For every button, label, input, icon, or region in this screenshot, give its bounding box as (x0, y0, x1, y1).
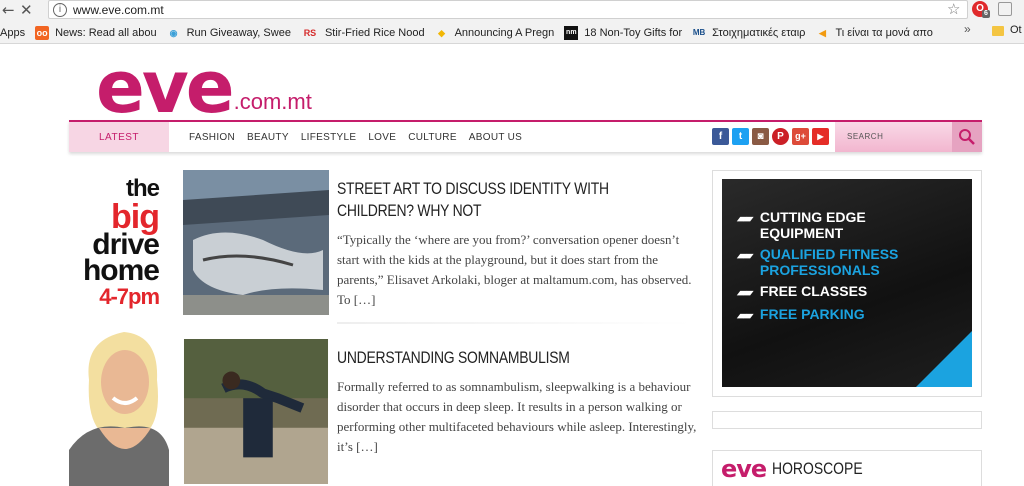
nav-beauty[interactable]: BEAUTY (247, 132, 289, 143)
bookmark-gifts[interactable]: nm 18 Non-Toy Gifts for (564, 26, 682, 40)
chevron-icon: ▰▰ (737, 310, 752, 322)
instagram-icon[interactable]: ◙ (752, 128, 769, 145)
article-thumbnail[interactable] (183, 170, 329, 315)
bookmark-label: Apps (0, 27, 26, 39)
bookmark-label: Announcing A Pregn (454, 27, 555, 39)
bookmarks-more-icon[interactable]: » (964, 22, 971, 36)
info-icon[interactable]: i (53, 2, 67, 17)
search-box[interactable]: SEARCH (835, 122, 982, 152)
chevron-icon: ▰▰ (737, 213, 752, 225)
bookmark-rice[interactable]: RS Stir-Fried Rice Nood (301, 26, 425, 40)
gym-ad-line: ▰▰ QUALIFIED FITNESS PROFESSIONALS (737, 246, 960, 278)
bookmarks-bar: Apps oo News: Read all abou ◉ Run Giveaw… (0, 22, 1024, 44)
bookmark-news[interactable]: oo News: Read all abou (35, 26, 157, 40)
search-input[interactable]: SEARCH (847, 132, 883, 141)
pinterest-icon[interactable]: P (772, 128, 789, 145)
bookmark-odds[interactable]: ◀ Τι είναι τα μονά απο (815, 26, 933, 40)
googleplus-icon[interactable]: g+ (792, 128, 809, 145)
back-icon[interactable]: ← (2, 1, 15, 19)
extension-icon[interactable] (998, 2, 1012, 16)
close-icon[interactable]: ✕ (20, 1, 33, 19)
facebook-icon[interactable]: f (712, 128, 729, 145)
chevron-icon: ▰▰ (737, 250, 752, 262)
bookmark-label: 18 Non-Toy Gifts for (584, 27, 683, 39)
bookmark-label: Στοιχηματικές εταιρ (712, 27, 806, 39)
horoscope-logo: eve (721, 454, 767, 483)
gym-ad-text: FREE CLASSES (759, 283, 868, 299)
nav-fashion[interactable]: FASHION (189, 132, 235, 143)
address-bar[interactable]: i www.eve.com.mt (48, 0, 968, 19)
bookmark-label: Run Giveaway, Swee (186, 27, 291, 39)
divider (337, 322, 693, 324)
nav-about-us[interactable]: ABOUT US (469, 132, 522, 143)
radio-show-ad: the big drive home 4-7pm (82, 176, 160, 310)
gym-ad-text: CUTTING EDGE EQUIPMENT (759, 209, 866, 241)
gym-ad-text: QUALIFIED FITNESS PROFESSIONALS (759, 246, 899, 278)
widget-box (712, 411, 982, 429)
other-bookmarks[interactable]: Ot (1010, 24, 1022, 36)
main-nav: LATEST FASHION BEAUTY LIFESTYLE LOVE CUL… (69, 120, 982, 152)
nav-lifestyle[interactable]: LIFESTYLE (301, 132, 357, 143)
article-card[interactable]: UNDERSTANDING SOMNAMBULISM Formally refe… (183, 339, 696, 486)
social-icons: f t ◙ P g+ ▶ (712, 128, 832, 145)
folder-icon[interactable] (992, 26, 1004, 36)
logo-domain: .com.mt (233, 89, 312, 114)
extension-badge: 6 (982, 10, 990, 18)
logo-main: eve (96, 45, 235, 129)
bookmark-label: Stir-Fried Rice Nood (324, 27, 425, 39)
chevron-icon: ▰▰ (737, 287, 752, 299)
gym-ad-line: ▰▰ CUTTING EDGE EQUIPMENT (737, 209, 910, 241)
gym-ad-box: ▰▰ CUTTING EDGE EQUIPMENT ▰▰ QUALIFIED F… (712, 170, 982, 397)
presenter-photo (69, 320, 169, 486)
arrow-bm-icon: ◀ (818, 28, 826, 38)
bookmark-apps[interactable]: Apps (0, 27, 25, 39)
gym-ad-line: ▰▰ FREE CLASSES (737, 283, 867, 301)
article-excerpt: Formally referred to as somnambulism, sl… (337, 379, 697, 454)
youtube-icon[interactable]: ▶ (812, 128, 829, 145)
sidebar-ad[interactable]: the big drive home 4-7pm (69, 170, 169, 486)
giveaway-icon: ◉ (169, 28, 178, 38)
url-text[interactable]: www.eve.com.mt (73, 3, 164, 17)
nav-latest[interactable]: LATEST (69, 122, 169, 152)
article-title[interactable]: STREET ART TO DISCUSS IDENTITY WITH CHIL… (337, 178, 681, 222)
ad-time: 4-7pm (99, 284, 160, 309)
search-icon (959, 129, 975, 145)
horoscope-title: HOROSCOPE (772, 458, 863, 478)
opera-extension-icon[interactable]: O6 (972, 1, 990, 18)
gym-ad-text: FREE PARKING (759, 306, 865, 322)
nm-icon: nm (564, 26, 579, 40)
horoscope-widget[interactable]: eve HOROSCOPE (712, 450, 982, 486)
nav-culture[interactable]: CULTURE (408, 132, 457, 143)
ad-corner-accent (916, 331, 972, 387)
gym-ad[interactable]: ▰▰ CUTTING EDGE EQUIPMENT ▰▰ QUALIFIED F… (722, 179, 972, 387)
bet-icon: MB (692, 28, 706, 37)
article-card[interactable]: STREET ART TO DISCUSS IDENTITY WITH CHIL… (183, 170, 693, 340)
bookmark-label: Τι είναι τα μονά απο (835, 27, 933, 39)
twitter-icon[interactable]: t (732, 128, 749, 145)
rs-icon: RS (303, 28, 317, 38)
article-title[interactable]: UNDERSTANDING SOMNAMBULISM (337, 347, 681, 369)
bookmark-label: News: Read all abou (55, 27, 157, 39)
bookmark-pregnancy[interactable]: ◆ Announcing A Pregn (435, 26, 555, 40)
nav-links: FASHION BEAUTY LIFESTYLE LOVE CULTURE AB… (189, 132, 534, 143)
gym-ad-line: ▰▰ FREE PARKING (737, 306, 865, 324)
news-icon: oo (35, 26, 50, 40)
bookmark-giveaway[interactable]: ◉ Run Giveaway, Swee (167, 26, 291, 40)
article-thumbnail[interactable] (183, 339, 329, 484)
ad-word-home: home (82, 254, 160, 287)
page: eve .com.mt LATEST FASHION BEAUTY LIFEST… (0, 45, 1024, 486)
bookmark-star-icon[interactable]: ☆ (947, 0, 960, 18)
duck-icon: ◆ (438, 28, 446, 38)
article-excerpt: “Typically the ‘where are you from?’ con… (337, 232, 692, 307)
bookmark-bet[interactable]: MB Στοιχηματικές εταιρ (692, 26, 806, 40)
site-logo[interactable]: eve .com.mt (96, 45, 312, 129)
nav-love[interactable]: LOVE (368, 132, 396, 143)
browser-chrome: ← ✕ i www.eve.com.mt ☆ O6 Apps oo News: … (0, 0, 1024, 44)
search-button[interactable] (952, 122, 982, 152)
